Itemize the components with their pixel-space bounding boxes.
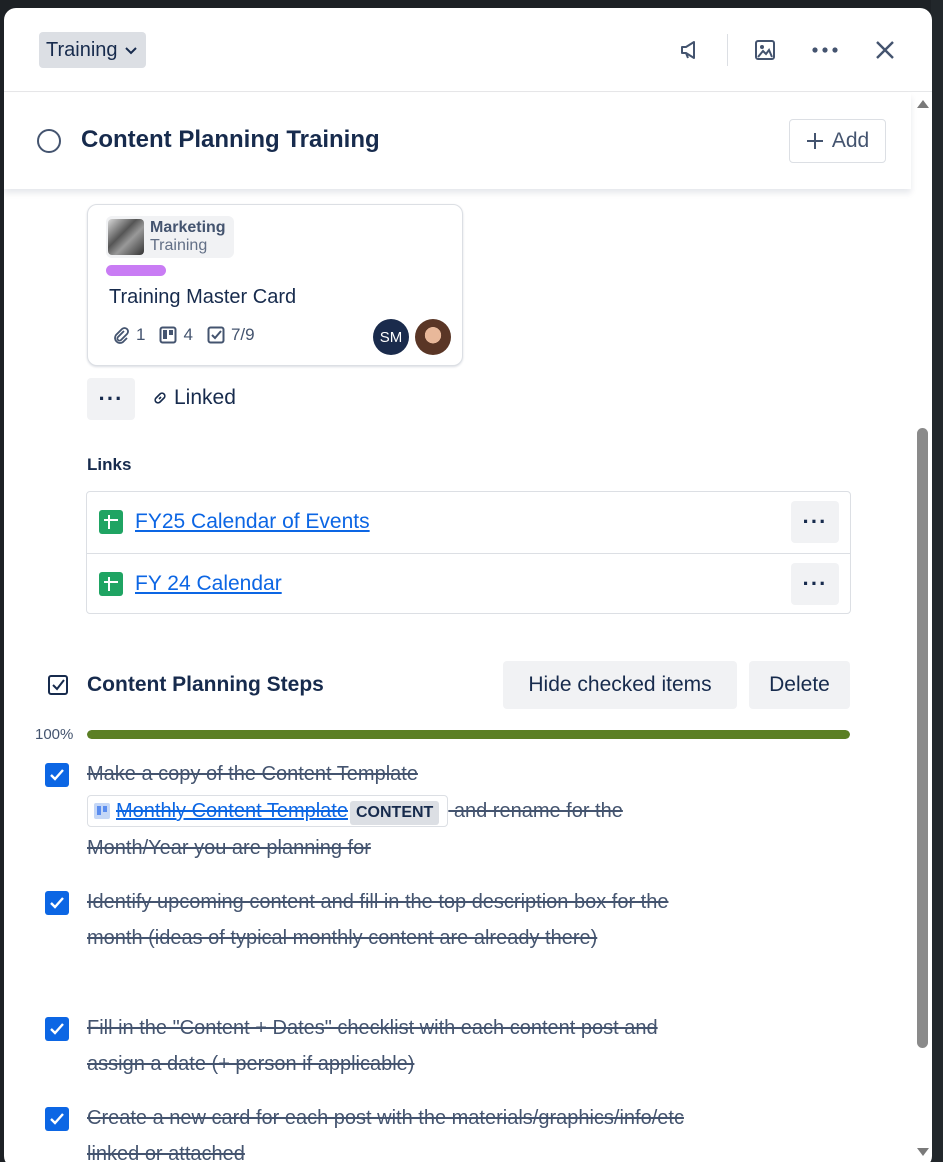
link-item: FY25 Calendar of Events ···	[87, 492, 850, 553]
member-avatar-sm[interactable]: SM	[373, 319, 409, 355]
board-backdrop	[931, 0, 943, 1162]
item-checkbox[interactable]	[45, 1017, 69, 1041]
progress-fill	[87, 730, 850, 739]
progress-bar	[87, 730, 850, 739]
checkmark-icon	[50, 1113, 64, 1125]
member-avatar-photo[interactable]	[415, 319, 451, 355]
linked-card[interactable]: Marketing Training Training Master Card …	[87, 204, 463, 366]
more-options-icon[interactable]	[805, 30, 845, 70]
board-thumbnail	[108, 219, 144, 255]
link-more-button[interactable]: ···	[791, 501, 839, 543]
linked-card-more-button[interactable]: ···	[87, 378, 135, 420]
scroll-up-arrow[interactable]	[917, 100, 929, 108]
link-icon	[154, 392, 166, 404]
progress-percent: 100%	[35, 726, 74, 743]
hide-checked-button[interactable]: Hide checked items	[503, 661, 737, 709]
board-icon	[159, 326, 177, 344]
paperclip-icon	[114, 327, 129, 344]
card-badges: 1 4 7/9	[112, 325, 255, 345]
header-divider	[727, 34, 728, 66]
plus-icon	[806, 133, 823, 149]
item-checkbox[interactable]	[45, 763, 69, 787]
scrollbar-thumb[interactable]	[917, 428, 928, 1048]
checklist-item-text[interactable]: Identify upcoming content and fill in th…	[87, 884, 697, 956]
checklist-item-text[interactable]: Fill in the "Content + Dates" checklist …	[87, 1010, 697, 1082]
checklist-item-text[interactable]: Make a copy of the Content Template Mont…	[87, 756, 697, 867]
checklist-badge: 7/9	[207, 325, 255, 345]
google-sheets-icon	[99, 510, 123, 534]
list-selector[interactable]: Training	[39, 32, 146, 68]
delete-checklist-button[interactable]: Delete	[749, 661, 850, 709]
checklist-icon	[48, 675, 68, 695]
complete-toggle[interactable]	[37, 129, 61, 153]
modal-header: Training	[4, 8, 932, 92]
checkmark-icon	[50, 897, 64, 909]
cover-image-icon[interactable]	[745, 30, 785, 70]
item-checkbox[interactable]	[45, 1107, 69, 1131]
link-more-button[interactable]: ···	[791, 563, 839, 605]
linked-indicator: Linked	[152, 386, 236, 410]
add-label: Add	[831, 129, 870, 152]
card-link-chip[interactable]: Monthly Content Template CONTENT	[87, 795, 449, 827]
links-heading: Links	[87, 455, 132, 474]
card-title[interactable]: Content Planning Training	[81, 126, 380, 154]
megaphone-icon[interactable]	[670, 30, 710, 70]
checkmark-icon	[50, 769, 64, 781]
checkmark-icon	[50, 1023, 64, 1035]
chevron-down-icon	[124, 47, 137, 55]
content-tag: CONTENT	[349, 801, 440, 825]
link-item: FY 24 Calendar ···	[87, 553, 850, 614]
list-name: Training	[46, 38, 118, 61]
board-chip[interactable]: Marketing Training	[106, 216, 234, 258]
scroll-down-arrow[interactable]	[917, 1148, 929, 1156]
card-modal: Training Content Planning Training Add M…	[4, 8, 932, 1162]
boards-badge: 4	[159, 325, 193, 345]
board-name: Training	[150, 237, 208, 254]
card-title-bar: Content Planning Training Add	[4, 93, 911, 189]
trello-board-icon	[94, 803, 110, 819]
close-icon[interactable]	[865, 30, 905, 70]
workspace-name: Marketing	[150, 219, 226, 236]
attachment-badge: 1	[112, 325, 145, 345]
checklist-item-text[interactable]: Create a new card for each post with the…	[87, 1100, 697, 1162]
item-checkbox[interactable]	[45, 891, 69, 915]
link-fy25-calendar[interactable]: FY25 Calendar of Events	[135, 510, 370, 534]
link-fy24-calendar[interactable]: FY 24 Calendar	[135, 572, 282, 596]
checkbox-icon	[207, 326, 225, 344]
google-sheets-icon	[99, 572, 123, 596]
links-list: FY25 Calendar of Events ··· FY 24 Calend…	[86, 491, 851, 614]
card-label	[106, 265, 166, 276]
linked-card-title: Training Master Card	[109, 286, 297, 308]
checklist-title[interactable]: Content Planning Steps	[87, 673, 324, 697]
add-button[interactable]: Add	[789, 119, 886, 163]
